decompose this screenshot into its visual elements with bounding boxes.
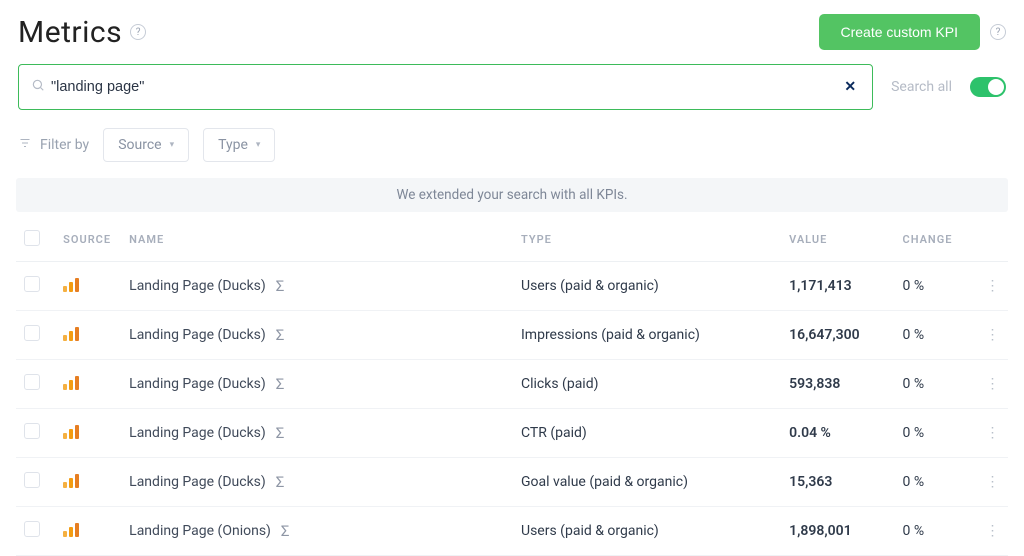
page-title: Metrics	[18, 15, 122, 50]
row-menu-icon[interactable]: ⋮	[986, 327, 1000, 343]
row-name: Landing Page (Ducks)	[129, 474, 266, 490]
sigma-icon: Σ	[281, 522, 290, 540]
row-change: 0 %	[895, 409, 977, 458]
row-menu-icon[interactable]: ⋮	[986, 376, 1000, 392]
help-icon[interactable]: ?	[130, 24, 146, 40]
select-all-checkbox[interactable]	[24, 230, 40, 246]
sigma-icon: Σ	[276, 424, 285, 442]
table-row[interactable]: Landing Page (Ducks) Σ CTR (paid) 0.04 %…	[16, 409, 1008, 458]
table-row[interactable]: Landing Page (Onions) Σ Users (paid & or…	[16, 507, 1008, 556]
row-menu-icon[interactable]: ⋮	[986, 523, 1000, 539]
row-value: 1,171,413	[781, 262, 894, 311]
row-checkbox[interactable]	[24, 423, 40, 439]
row-checkbox[interactable]	[24, 521, 40, 537]
search-icon	[31, 78, 45, 96]
row-name: Landing Page (Ducks)	[129, 376, 266, 392]
table-row[interactable]: Landing Page (Ducks) Σ Impressions (paid…	[16, 311, 1008, 360]
type-filter-dropdown[interactable]: Type ▾	[203, 128, 275, 162]
clear-search-icon[interactable]: ✕	[840, 75, 860, 99]
table-row[interactable]: Landing Page (Ducks) Σ Users (paid & org…	[16, 262, 1008, 311]
row-value: 15,363	[781, 458, 894, 507]
row-value: 0.04 %	[781, 409, 894, 458]
type-filter-label: Type	[218, 137, 248, 153]
row-value: 16,647,300	[781, 311, 894, 360]
row-type: Impressions (paid & organic)	[513, 311, 781, 360]
create-kpi-button[interactable]: Create custom KPI	[819, 14, 981, 50]
row-type: Clicks (paid)	[513, 360, 781, 409]
source-filter-label: Source	[118, 137, 161, 153]
row-change: 0 %	[895, 262, 977, 311]
row-checkbox[interactable]	[24, 276, 40, 292]
analytics-source-icon	[63, 423, 79, 439]
source-filter-dropdown[interactable]: Source ▾	[103, 128, 189, 162]
sigma-icon: Σ	[276, 375, 285, 393]
row-value: 593,838	[781, 360, 894, 409]
filter-icon	[18, 137, 32, 153]
col-header-change[interactable]: CHANGE	[895, 218, 977, 262]
filter-by-label: Filter by	[40, 137, 89, 153]
col-header-source[interactable]: SOURCE	[55, 218, 121, 262]
row-change: 0 %	[895, 311, 977, 360]
row-menu-icon[interactable]: ⋮	[986, 425, 1000, 441]
row-name: Landing Page (Ducks)	[129, 278, 266, 294]
row-type: Goal value (paid & organic)	[513, 458, 781, 507]
row-checkbox[interactable]	[24, 374, 40, 390]
table-row[interactable]: Landing Page (Ducks) Σ Clicks (paid) 593…	[16, 360, 1008, 409]
row-change: 0 %	[895, 507, 977, 556]
chevron-down-icon: ▾	[170, 140, 175, 150]
search-extended-banner: We extended your search with all KPIs.	[16, 178, 1008, 212]
search-all-toggle[interactable]	[970, 77, 1006, 97]
row-value: 1,898,001	[781, 507, 894, 556]
col-header-value[interactable]: VALUE	[781, 218, 894, 262]
row-type: Users (paid & organic)	[513, 507, 781, 556]
search-input[interactable]	[51, 79, 840, 95]
row-name: Landing Page (Ducks)	[129, 425, 266, 441]
row-checkbox[interactable]	[24, 325, 40, 341]
col-header-name[interactable]: NAME	[121, 218, 513, 262]
search-all-label: Search all	[891, 79, 952, 95]
row-menu-icon[interactable]: ⋮	[986, 474, 1000, 490]
row-change: 0 %	[895, 360, 977, 409]
analytics-source-icon	[63, 521, 79, 537]
row-type: CTR (paid)	[513, 409, 781, 458]
row-name: Landing Page (Ducks)	[129, 327, 266, 343]
sigma-icon: Σ	[276, 326, 285, 344]
analytics-source-icon	[63, 325, 79, 341]
analytics-source-icon	[63, 472, 79, 488]
col-header-type[interactable]: TYPE	[513, 218, 781, 262]
row-name: Landing Page (Onions)	[129, 523, 271, 539]
sigma-icon: Σ	[276, 277, 285, 295]
metrics-table: SOURCE NAME TYPE VALUE CHANGE Landing Pa…	[16, 218, 1008, 556]
row-menu-icon[interactable]: ⋮	[986, 278, 1000, 294]
sigma-icon: Σ	[276, 473, 285, 491]
row-change: 0 %	[895, 458, 977, 507]
row-checkbox[interactable]	[24, 472, 40, 488]
row-type: Users (paid & organic)	[513, 262, 781, 311]
help-icon[interactable]: ?	[990, 24, 1006, 40]
analytics-source-icon	[63, 374, 79, 390]
analytics-source-icon	[63, 276, 79, 292]
search-box[interactable]: ✕	[18, 64, 873, 110]
chevron-down-icon: ▾	[256, 140, 261, 150]
table-row[interactable]: Landing Page (Ducks) Σ Goal value (paid …	[16, 458, 1008, 507]
